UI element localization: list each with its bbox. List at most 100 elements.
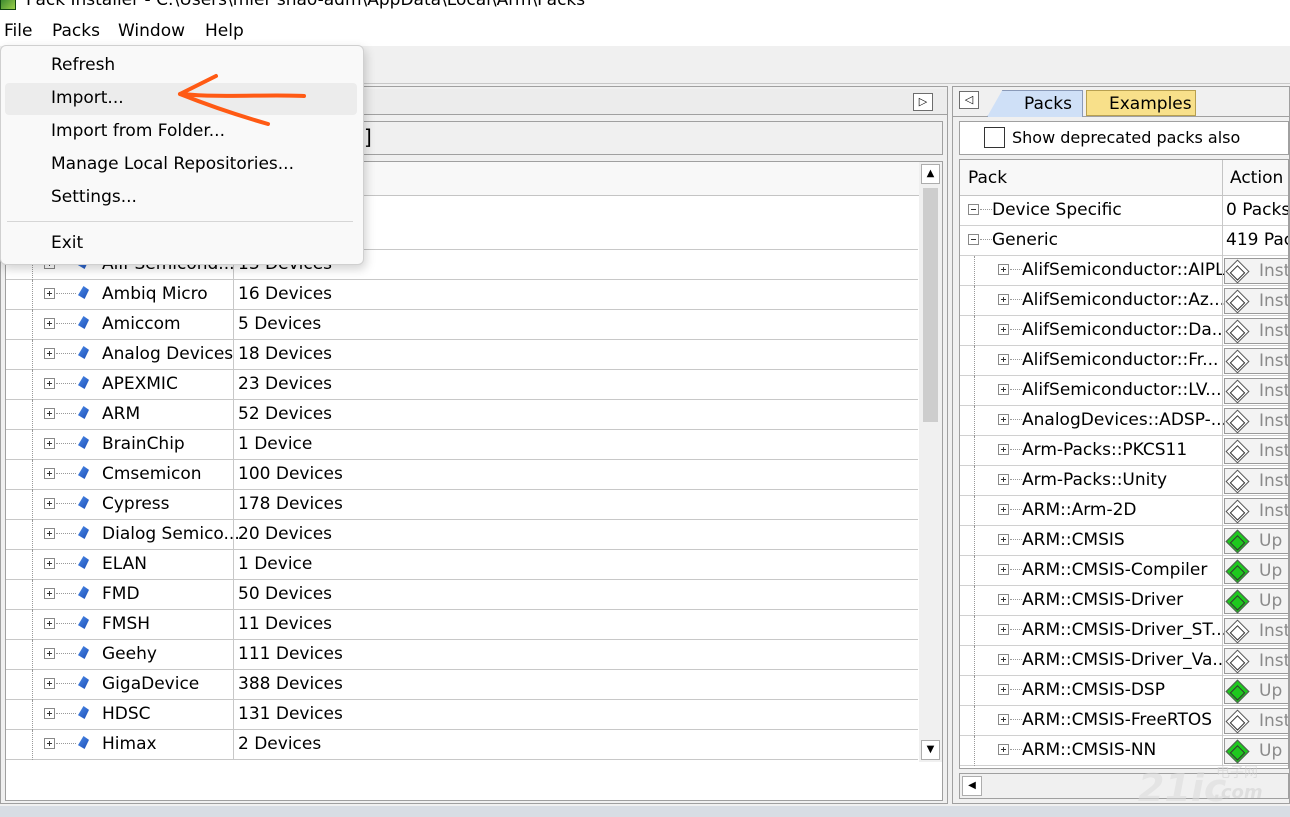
- scroll-left-icon[interactable]: ◀: [962, 776, 982, 796]
- pack-row[interactable]: AnalogDevices::ADSP-... Inst: [960, 406, 1288, 436]
- column-header-pack[interactable]: Pack: [968, 168, 1007, 188]
- expand-icon[interactable]: [44, 678, 55, 689]
- expand-icon[interactable]: [998, 354, 1009, 365]
- install-button[interactable]: Inst: [1224, 438, 1288, 464]
- pack-row[interactable]: AlifSemiconductor::Fr... Inst: [960, 346, 1288, 376]
- expand-icon[interactable]: [44, 648, 55, 659]
- update-button[interactable]: Up: [1224, 678, 1288, 704]
- expand-icon[interactable]: [44, 378, 55, 389]
- device-vendor-row[interactable]: Amiccom 5 Devices: [6, 310, 918, 340]
- device-vendor-row[interactable]: Analog Devices 18 Devices: [6, 340, 918, 370]
- pack-row[interactable]: AlifSemiconductor::Az... Inst: [960, 286, 1288, 316]
- menu-packs[interactable]: Packs: [52, 21, 100, 41]
- device-vendor-row[interactable]: Ambiq Micro 16 Devices: [6, 280, 918, 310]
- pack-group-row[interactable]: Generic 419 Pac: [960, 226, 1288, 256]
- tab-packs[interactable]: Packs: [987, 90, 1083, 117]
- install-button[interactable]: Inst: [1224, 648, 1288, 674]
- expand-icon[interactable]: [998, 534, 1009, 545]
- pack-row[interactable]: ARM::CMSIS-FreeRTOS Inst: [960, 706, 1288, 736]
- column-divider[interactable]: [1222, 160, 1223, 196]
- expand-icon[interactable]: [44, 618, 55, 629]
- install-button[interactable]: Inst: [1224, 708, 1288, 734]
- expand-icon[interactable]: [44, 468, 55, 479]
- scroll-thumb[interactable]: [923, 188, 938, 422]
- device-vendor-row[interactable]: Dialog Semico... 20 Devices: [6, 520, 918, 550]
- install-button[interactable]: Inst: [1224, 318, 1288, 344]
- show-deprecated-checkbox[interactable]: [984, 127, 1005, 148]
- expand-icon[interactable]: [998, 624, 1009, 635]
- tab-scroll-left-icon[interactable]: ◁: [959, 91, 979, 109]
- device-vendor-row[interactable]: Himax 2 Devices: [6, 730, 918, 760]
- expand-icon[interactable]: [44, 708, 55, 719]
- expand-icon[interactable]: [998, 444, 1009, 455]
- pack-row[interactable]: Arm-Packs::Unity Inst: [960, 466, 1288, 496]
- expand-icon[interactable]: [998, 654, 1009, 665]
- pack-row[interactable]: AlifSemiconductor::AIPL Inst: [960, 256, 1288, 286]
- expand-icon[interactable]: [44, 288, 55, 299]
- expand-icon[interactable]: [998, 414, 1009, 425]
- menu-help[interactable]: Help: [205, 21, 244, 41]
- pack-row[interactable]: ARM::CMSIS-Compiler Up: [960, 556, 1288, 586]
- expand-icon[interactable]: [44, 408, 55, 419]
- device-vendor-row[interactable]: BrainChip 1 Device: [6, 430, 918, 460]
- pack-row[interactable]: ARM::CMSIS-Driver Up: [960, 586, 1288, 616]
- expand-icon[interactable]: [998, 324, 1009, 335]
- collapse-icon[interactable]: [968, 204, 979, 215]
- pack-row[interactable]: ARM::Arm-2D Inst: [960, 496, 1288, 526]
- expand-icon[interactable]: [998, 744, 1009, 755]
- install-button[interactable]: Inst: [1224, 288, 1288, 314]
- device-vendor-row[interactable]: GigaDevice 388 Devices: [6, 670, 918, 700]
- menu-item-manage-local-repositories[interactable]: Manage Local Repositories...: [5, 149, 357, 181]
- expand-icon[interactable]: [998, 594, 1009, 605]
- expand-icon[interactable]: [44, 348, 55, 359]
- update-button[interactable]: Up: [1224, 528, 1288, 554]
- update-button[interactable]: Up: [1224, 558, 1288, 584]
- expand-icon[interactable]: [998, 504, 1009, 515]
- expand-icon[interactable]: [44, 498, 55, 509]
- device-vendor-row[interactable]: ELAN 1 Device: [6, 550, 918, 580]
- tab-examples[interactable]: Examples: [1086, 90, 1196, 116]
- device-vendor-row[interactable]: Geehy 111 Devices: [6, 640, 918, 670]
- pack-row[interactable]: AlifSemiconductor::LV... Inst: [960, 376, 1288, 406]
- menu-item-settings[interactable]: Settings...: [5, 182, 357, 214]
- device-vendor-row[interactable]: APEXMIC 23 Devices: [6, 370, 918, 400]
- expand-icon[interactable]: [998, 684, 1009, 695]
- expand-icon[interactable]: [44, 528, 55, 539]
- device-vendor-row[interactable]: HDSC 131 Devices: [6, 700, 918, 730]
- expand-icon[interactable]: [998, 294, 1009, 305]
- scroll-down-icon[interactable]: ▼: [921, 740, 940, 760]
- menu-item-exit[interactable]: Exit: [5, 228, 357, 260]
- install-button[interactable]: Inst: [1224, 348, 1288, 374]
- pack-group-row[interactable]: Device Specific 0 Packs: [960, 196, 1288, 226]
- device-vendor-row[interactable]: FMSH 11 Devices: [6, 610, 918, 640]
- menu-window[interactable]: Window: [118, 21, 185, 41]
- expand-icon[interactable]: [44, 558, 55, 569]
- install-button[interactable]: Inst: [1224, 618, 1288, 644]
- pack-row[interactable]: Arm-Packs::PKCS11 Inst: [960, 436, 1288, 466]
- expand-icon[interactable]: [998, 264, 1009, 275]
- expand-icon[interactable]: [44, 588, 55, 599]
- pack-row[interactable]: AlifSemiconductor::Da... Inst: [960, 316, 1288, 346]
- expand-icon[interactable]: [998, 474, 1009, 485]
- menu-file[interactable]: File: [4, 21, 32, 41]
- device-vendor-row[interactable]: ARM 52 Devices: [6, 400, 918, 430]
- expand-icon[interactable]: [998, 564, 1009, 575]
- pack-row[interactable]: ARM::CMSIS-Driver_ST... Inst: [960, 616, 1288, 646]
- install-button[interactable]: Inst: [1224, 258, 1288, 284]
- expand-icon[interactable]: [44, 318, 55, 329]
- scroll-up-icon[interactable]: ▲: [921, 164, 940, 184]
- collapse-icon[interactable]: [968, 234, 979, 245]
- pack-row[interactable]: ARM::CMSIS-DSP Up: [960, 676, 1288, 706]
- install-button[interactable]: Inst: [1224, 498, 1288, 524]
- device-vendor-row[interactable]: Cypress 178 Devices: [6, 490, 918, 520]
- install-button[interactable]: Inst: [1224, 408, 1288, 434]
- expand-icon[interactable]: [44, 438, 55, 449]
- device-vendor-row[interactable]: Cmsemicon 100 Devices: [6, 460, 918, 490]
- expand-icon[interactable]: [998, 714, 1009, 725]
- update-button[interactable]: Up: [1224, 588, 1288, 614]
- pack-row[interactable]: ARM::CMSIS-Driver_Va... Inst: [960, 646, 1288, 676]
- expand-icon[interactable]: [44, 738, 55, 749]
- tab-scroll-right-icon[interactable]: ▷: [913, 93, 933, 111]
- devices-vertical-scrollbar[interactable]: ▲ ▼: [919, 162, 942, 762]
- pack-row[interactable]: ARM::CMSIS Up: [960, 526, 1288, 556]
